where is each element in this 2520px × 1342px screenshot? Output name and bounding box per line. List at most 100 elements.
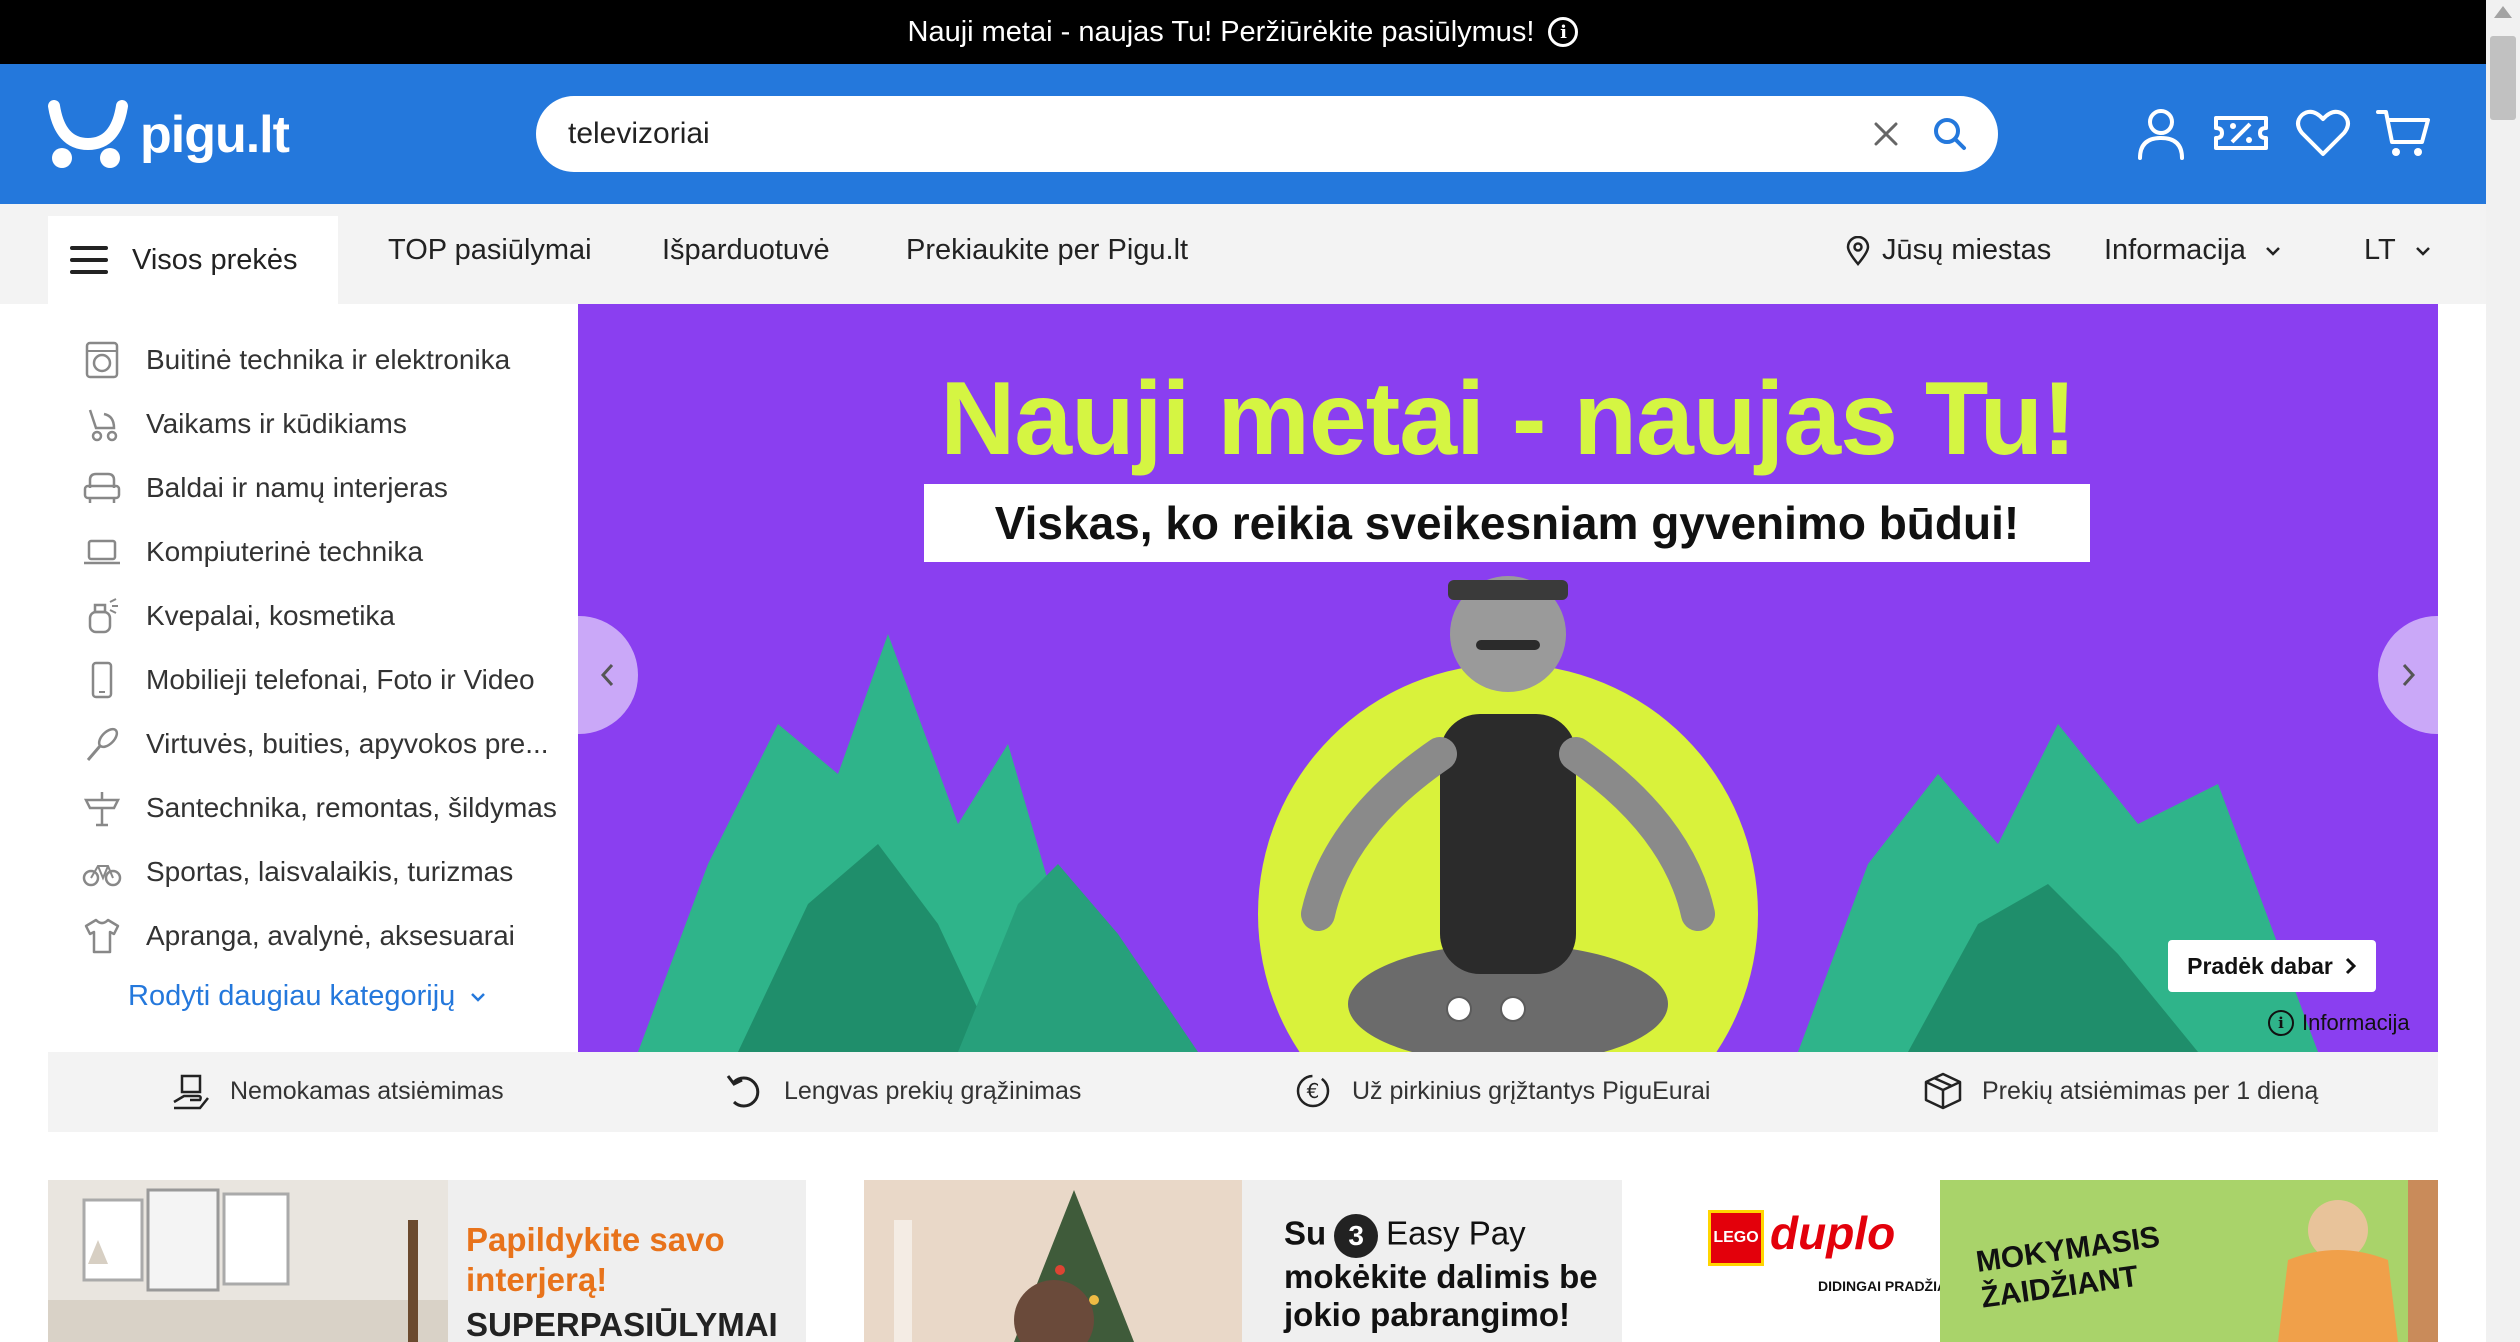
category-label: Buitinė technika ir elektronika (146, 344, 511, 375)
city-label: Jūsų miestas (1882, 234, 2052, 266)
all-products-button[interactable]: Visos prekės (48, 216, 338, 304)
scrollbar-thumb[interactable] (2490, 36, 2516, 120)
site-header: pigu.lt (0, 64, 2486, 204)
category-label: Kvepalai, kosmetika (146, 600, 396, 631)
promo-card-interior[interactable]: Papildykite savo interjerą! SUPERPASIŪLY… (48, 1180, 806, 1342)
category-item[interactable]: Kompiuterinė technika (48, 524, 578, 580)
category-label: Baldai ir namų interjeras (146, 472, 448, 503)
chevron-right-icon (2345, 957, 2356, 975)
package-box-icon (1924, 1072, 1962, 1110)
benefit-item[interactable]: Nemokamas atsiėmimas (170, 1070, 504, 1112)
duplo-tagline: DIDINGAI PRADŽIAI (1818, 1278, 1951, 1294)
tshirt-icon (84, 918, 120, 954)
stroller-icon (88, 409, 118, 442)
page-scrollbar[interactable] (2486, 0, 2520, 1342)
hero-info-label: Informacija (2302, 1010, 2410, 1035)
nav-link-top-offers[interactable]: TOP pasiūlymai (388, 234, 592, 267)
language-dropdown[interactable]: LT (2364, 234, 2432, 267)
euro-cashback-icon: € (1296, 1074, 1330, 1108)
benefit-label: Prekių atsiėmimas per 1 dieną (1982, 1076, 2319, 1105)
scroll-up-arrow-icon[interactable] (2494, 6, 2512, 18)
wishlist-heart-icon[interactable] (2294, 104, 2352, 162)
promo-interior-headline: Papildykite savo interjerą! (466, 1220, 725, 1300)
carousel-dot[interactable] (1502, 998, 1524, 1020)
category-item[interactable]: Baldai ir namų interjeras (48, 460, 578, 516)
washing-machine-icon (85, 341, 119, 379)
benefit-item[interactable]: Lengvas prekių grąžinimas (724, 1070, 1081, 1112)
hero-title: Nauji metai - naujas Tu! (940, 361, 2077, 477)
category-label: Apranga, avalynė, aksesuarai (146, 920, 515, 951)
whisk-icon (86, 727, 119, 761)
announcement-text[interactable]: Nauji metai - naujas Tu! Peržiūrėkite pa… (908, 16, 1535, 49)
promo-interior-line3: SUPERPASIŪLYMAI (466, 1306, 778, 1342)
info-icon: i (2268, 1010, 2294, 1036)
promo-easypay-text: Su 3 Easy Pay mokėkite dalimis be jokio pa… (1284, 1214, 1598, 1334)
benefit-item[interactable]: € Už pirkinius grįžtantys PiguEurai (1292, 1070, 1710, 1112)
promo-card-duplo[interactable]: LEGO duplo DIDINGAI PRADŽIAI MOKYMASIS Ž… (1678, 1180, 2438, 1342)
show-more-label: Rodyti daugiau kategorijų (128, 980, 456, 1012)
hero-cta-button[interactable]: Pradėk dabar (2168, 940, 2376, 992)
hero-banner[interactable]: Nauji metai - naujas Tu! Viskas, ko reik… (578, 304, 2438, 1052)
christmas-photo (864, 1180, 1242, 1342)
logo[interactable]: pigu.lt (46, 100, 290, 170)
promo-easypay-line3: jokio pabrangimo! (1284, 1296, 1571, 1333)
category-item[interactable]: Apranga, avalynė, aksesuarai (48, 908, 578, 964)
category-item[interactable]: Virtuvės, buities, apyvokos pre... (48, 716, 578, 772)
chevron-left-icon (600, 663, 614, 687)
carousel-dots (1448, 998, 1524, 1020)
chevron-right-icon (2402, 663, 2416, 687)
bicycle-icon (82, 865, 122, 887)
announcement-bar[interactable]: Nauji metai - naujas Tu! Peržiūrėkite pa… (0, 0, 2486, 64)
pigu-logo-icon (48, 100, 128, 168)
chevron-down-icon (471, 992, 486, 1002)
category-label: Vaikams ir kūdikiams (146, 408, 407, 439)
lego-logo: LEGO (1708, 1210, 1764, 1266)
search-icon[interactable] (1930, 114, 1970, 154)
discount-coupon-icon[interactable] (2212, 104, 2270, 162)
user-icon[interactable] (2132, 104, 2190, 162)
carousel-dot[interactable] (1448, 998, 1470, 1020)
category-label: Mobilieji telefonai, Foto ir Video (146, 664, 535, 695)
show-more-categories-link[interactable]: Rodyti daugiau kategorijų (128, 980, 487, 1013)
category-item[interactable]: Buitinė technika ir elektronika (48, 332, 578, 388)
nav-link-sell-on-pigu[interactable]: Prekiaukite per Pigu.lt (906, 234, 1188, 267)
city-selector[interactable]: Jūsų miestas (1846, 234, 2051, 267)
benefits-strip: Nemokamas atsiėmimas Lengvas prekių grąž… (48, 1052, 2438, 1132)
category-item[interactable]: Vaikams ir kūdikiams (48, 396, 578, 452)
category-item[interactable]: Santechnika, remontas, šildymas (48, 780, 578, 836)
clear-search-icon[interactable] (1866, 114, 1906, 154)
search-input[interactable] (568, 110, 1868, 158)
category-item[interactable]: Kvepalai, kosmetika (48, 588, 578, 644)
benefit-item[interactable]: Prekių atsiėmimas per 1 dieną (1922, 1070, 2318, 1112)
information-label: Informacija (2104, 234, 2246, 266)
language-label: LT (2364, 234, 2396, 266)
nav-link-outlet[interactable]: Išparduotuvė (662, 234, 830, 267)
logo-text: pigu.lt (140, 106, 290, 164)
hero-info-link[interactable]: i Informacija (2268, 1010, 2410, 1036)
promo-easypay-line2: mokėkite dalimis be (1284, 1258, 1598, 1295)
promo-card-easypay[interactable]: Su 3 Easy Pay mokėkite dalimis be jokio pa… (864, 1180, 1622, 1342)
info-icon[interactable]: i (1548, 17, 1579, 47)
category-label: Virtuvės, buities, apyvokos pre... (146, 728, 549, 759)
category-item[interactable]: Sportas, laisvalaikis, turizmas (48, 844, 578, 900)
chevron-down-icon (2415, 246, 2430, 256)
sink-icon (83, 792, 121, 827)
cart-icon[interactable] (2374, 104, 2432, 162)
location-pin-icon (1846, 235, 1870, 266)
category-label: Kompiuterinė technika (146, 536, 424, 567)
benefit-label: Lengvas prekių grąžinimas (784, 1076, 1082, 1105)
perfume-icon (88, 598, 118, 634)
category-sidebar: Buitinė technika ir elektronika Vaikams … (48, 304, 578, 1052)
category-item[interactable]: Mobilieji telefonai, Foto ir Video (48, 652, 578, 708)
all-products-label: Visos prekės (132, 243, 298, 276)
easypay-number-badge: 3 (1334, 1214, 1379, 1258)
hamburger-menu-icon (70, 246, 108, 274)
information-dropdown[interactable]: Informacija (2104, 234, 2282, 267)
promo-interior-line2: interjerą! (466, 1261, 608, 1298)
armchair-icon (83, 472, 121, 503)
promo-easypay-brand: Easy Pay (1386, 1214, 1526, 1252)
promo-interior-line1: Papildykite savo (466, 1221, 725, 1258)
benefit-label: Nemokamas atsiėmimas (230, 1076, 504, 1105)
laptop-icon (84, 539, 120, 565)
hand-package-icon (173, 1074, 209, 1110)
